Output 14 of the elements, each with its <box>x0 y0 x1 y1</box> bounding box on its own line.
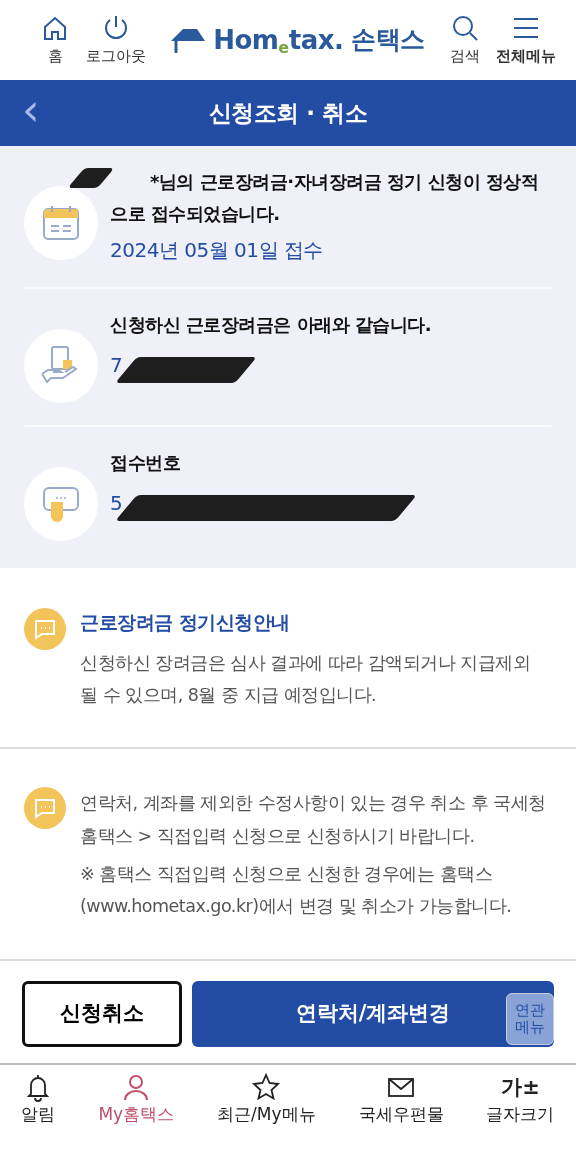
summary-value: 2024년 05월 01일 접수 <box>110 237 323 264</box>
notice-text: 신청하신 장려금은 심사 결과에 따라 감액되거나 지급제외 될 수 있으며, 8월 중 지급 예정입니다. <box>80 651 532 707</box>
logo-text: Hom$_{e}$tax. <box>213 23 344 59</box>
summary-value: 7 <box>110 351 123 379</box>
page-title: 신청조회 · 취소 <box>208 98 368 128</box>
font-size-icon: 가± <box>501 1072 540 1102</box>
app-name: 손택스 <box>351 24 425 57</box>
notice-text: 연락처, 계좌를 제외한 수정사항이 있는 경우 취소 후 국세청 홈택스 > 직접입력 신청으로 신청하시기 바랍니다. <box>80 792 547 848</box>
notice-heading: 근로장려금 정기신청안내 <box>80 610 291 635</box>
summary-title: 신청하신 근로장려금은 아래와 같습니다. <box>110 313 433 337</box>
summary-value: 5 <box>110 489 123 517</box>
summary-title: 접수번호 <box>110 451 181 475</box>
notice-text: ※ 홈택스 직접입력 신청으로 신청한 경우에는 홈택스(www.hometax.go.kr)에서 변경 및 취소가 가능합니다. <box>80 863 513 919</box>
summary-title: *님의 근로장려금·자녀장려금 정기 신청이 정상적으로 접수되었습니다. <box>110 170 540 226</box>
